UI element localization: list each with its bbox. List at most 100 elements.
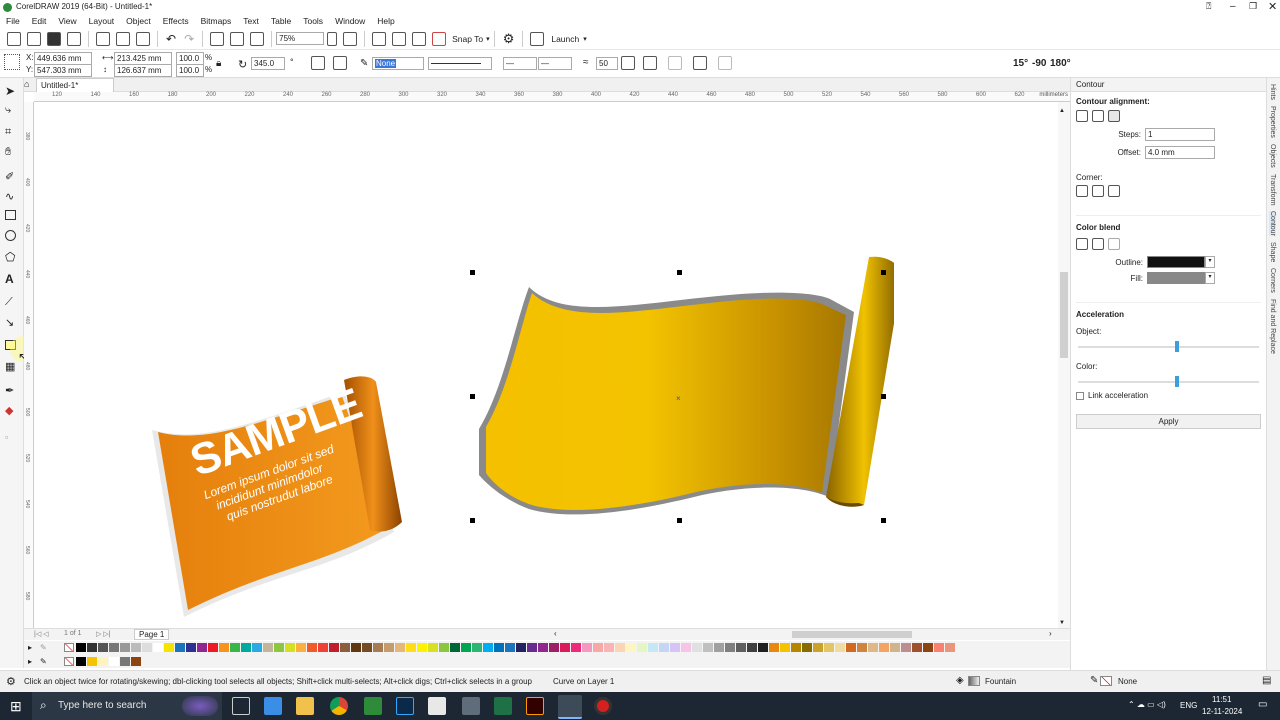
object-properties-icon[interactable] bbox=[718, 56, 732, 70]
color-swatch[interactable] bbox=[923, 643, 933, 652]
selection-handle[interactable] bbox=[881, 270, 886, 275]
color-swatch[interactable] bbox=[483, 643, 493, 652]
pick-tool-icon[interactable]: ➤ bbox=[5, 84, 19, 98]
home-icon[interactable]: ⌂ bbox=[24, 79, 34, 90]
palette-arrow-icon[interactable]: ▸ bbox=[28, 657, 32, 666]
color-swatch[interactable] bbox=[813, 643, 823, 652]
color-swatch[interactable] bbox=[868, 643, 878, 652]
menu-table[interactable]: Table bbox=[271, 16, 291, 26]
wrap-text-icon[interactable] bbox=[643, 56, 657, 70]
tab-find-and-replace[interactable]: Find and Replace bbox=[1269, 299, 1276, 354]
to-center-icon[interactable] bbox=[1076, 110, 1088, 122]
show-grid-icon[interactable] bbox=[392, 31, 407, 46]
dimension-tool-icon[interactable]: ⟋ bbox=[5, 296, 19, 310]
menu-bitmaps[interactable]: Bitmaps bbox=[201, 16, 232, 26]
color-swatch[interactable] bbox=[472, 643, 482, 652]
new-document-icon[interactable] bbox=[7, 31, 21, 46]
menu-effects[interactable]: Effects bbox=[163, 16, 189, 26]
color-swatch[interactable] bbox=[593, 643, 603, 652]
clock-date[interactable]: 12-11-2024 bbox=[1202, 707, 1242, 716]
chrome-icon[interactable] bbox=[330, 697, 348, 715]
color-swatch[interactable] bbox=[758, 643, 768, 652]
launch-icon[interactable] bbox=[530, 31, 545, 46]
tab-untitled[interactable]: Untitled-1* bbox=[36, 78, 114, 92]
color-swatch[interactable] bbox=[835, 643, 845, 652]
color-swatch[interactable] bbox=[373, 643, 383, 652]
color-swatch[interactable] bbox=[802, 643, 812, 652]
color-swatch[interactable] bbox=[307, 643, 317, 652]
chevron-down-icon[interactable]: ▾ bbox=[1205, 256, 1215, 268]
scroll-thumb[interactable] bbox=[1060, 272, 1068, 358]
crop-tool-icon[interactable]: ⌗ bbox=[5, 126, 19, 140]
color-swatch[interactable] bbox=[890, 643, 900, 652]
slider-thumb[interactable] bbox=[1175, 376, 1180, 387]
color-swatch[interactable] bbox=[879, 643, 889, 652]
color-swatch[interactable] bbox=[98, 643, 108, 652]
calculator-icon[interactable] bbox=[462, 697, 480, 715]
contour-steps-input[interactable]: 50 bbox=[596, 57, 618, 70]
color-swatch[interactable] bbox=[76, 643, 86, 652]
color-swatch[interactable] bbox=[604, 643, 614, 652]
excel-icon[interactable] bbox=[494, 697, 512, 715]
color-swatch[interactable] bbox=[329, 643, 339, 652]
color-swatch[interactable] bbox=[714, 643, 724, 652]
color-swatch[interactable] bbox=[780, 643, 790, 652]
scroll-up-icon[interactable]: ▲ bbox=[1059, 108, 1065, 114]
selection-handle[interactable] bbox=[881, 518, 886, 523]
end-arrowhead-select[interactable]: — bbox=[538, 57, 572, 70]
menu-text[interactable]: Text bbox=[243, 16, 259, 26]
photos-app-icon[interactable] bbox=[264, 697, 282, 715]
start-arrowhead-select[interactable]: — bbox=[503, 57, 537, 70]
undo-icon[interactable]: ↶ bbox=[166, 32, 176, 46]
color-swatch[interactable] bbox=[120, 657, 130, 666]
apply-button[interactable]: Apply bbox=[1076, 414, 1261, 429]
show-guidelines-icon[interactable] bbox=[412, 31, 427, 46]
color-swatch[interactable] bbox=[692, 643, 702, 652]
color-swatch[interactable] bbox=[241, 643, 251, 652]
color-swatch[interactable] bbox=[109, 643, 119, 652]
color-swatch[interactable] bbox=[87, 657, 97, 666]
show-rulers-icon[interactable] bbox=[372, 31, 387, 46]
color-swatch[interactable] bbox=[76, 657, 86, 666]
color-swatch[interactable] bbox=[934, 643, 944, 652]
color-swatch[interactable] bbox=[131, 643, 141, 652]
color-swatch[interactable] bbox=[362, 643, 372, 652]
color-swatch[interactable] bbox=[274, 643, 284, 652]
corner-bevel-icon[interactable] bbox=[1108, 185, 1120, 197]
drawing-canvas[interactable]: SAMPLE Lorem ipsum dolor sit sed incidid… bbox=[34, 102, 1058, 628]
selection-handle[interactable] bbox=[881, 394, 886, 399]
scroll-left-icon[interactable]: ‹ bbox=[554, 629, 557, 638]
color-swatch[interactable] bbox=[87, 643, 97, 652]
tab-shape[interactable]: Shape bbox=[1269, 242, 1276, 262]
system-tray-icons[interactable]: ⌃ ☁ ▭ ◁) bbox=[1128, 700, 1166, 709]
tab-contour[interactable]: Contour bbox=[1269, 211, 1276, 237]
link-acceleration-checkbox[interactable] bbox=[1076, 391, 1084, 400]
color-swatch[interactable] bbox=[252, 643, 262, 652]
menu-window[interactable]: Window bbox=[335, 16, 365, 26]
freehand-tool-icon[interactable]: ✐ bbox=[5, 170, 19, 184]
taskbar-search-box[interactable]: ⌕ Type here to search bbox=[32, 692, 222, 720]
offset-input[interactable]: 4.0 mm bbox=[1145, 146, 1215, 159]
color-swatch[interactable] bbox=[549, 643, 559, 652]
mirror-vertical-icon[interactable] bbox=[333, 56, 347, 70]
vertical-scrollbar[interactable]: ▲ ▼ bbox=[1058, 102, 1070, 628]
reference-point-icon[interactable] bbox=[4, 54, 20, 70]
scale-height-input[interactable]: 100.0 bbox=[176, 64, 204, 77]
color-swatch[interactable] bbox=[131, 657, 141, 666]
first-page-icon[interactable]: |◁ ◁ bbox=[34, 630, 49, 638]
print-icon[interactable] bbox=[67, 31, 81, 46]
add-icon[interactable] bbox=[621, 56, 635, 70]
zoom-level-input[interactable]: 75% bbox=[276, 32, 325, 45]
color-swatch[interactable] bbox=[626, 643, 636, 652]
linear-blend-icon[interactable] bbox=[1076, 238, 1088, 250]
color-swatch[interactable] bbox=[439, 643, 449, 652]
cut-icon[interactable] bbox=[96, 31, 110, 46]
gold-banner-graphic[interactable] bbox=[474, 247, 894, 527]
task-view-icon[interactable] bbox=[232, 697, 250, 715]
color-swatch[interactable] bbox=[98, 657, 108, 666]
color-swatch[interactable] bbox=[153, 643, 163, 652]
object-acceleration-slider[interactable] bbox=[1076, 340, 1261, 354]
color-swatch[interactable] bbox=[208, 643, 218, 652]
color-swatch[interactable] bbox=[670, 643, 680, 652]
chevron-down-icon[interactable]: ▾ bbox=[1205, 272, 1215, 284]
